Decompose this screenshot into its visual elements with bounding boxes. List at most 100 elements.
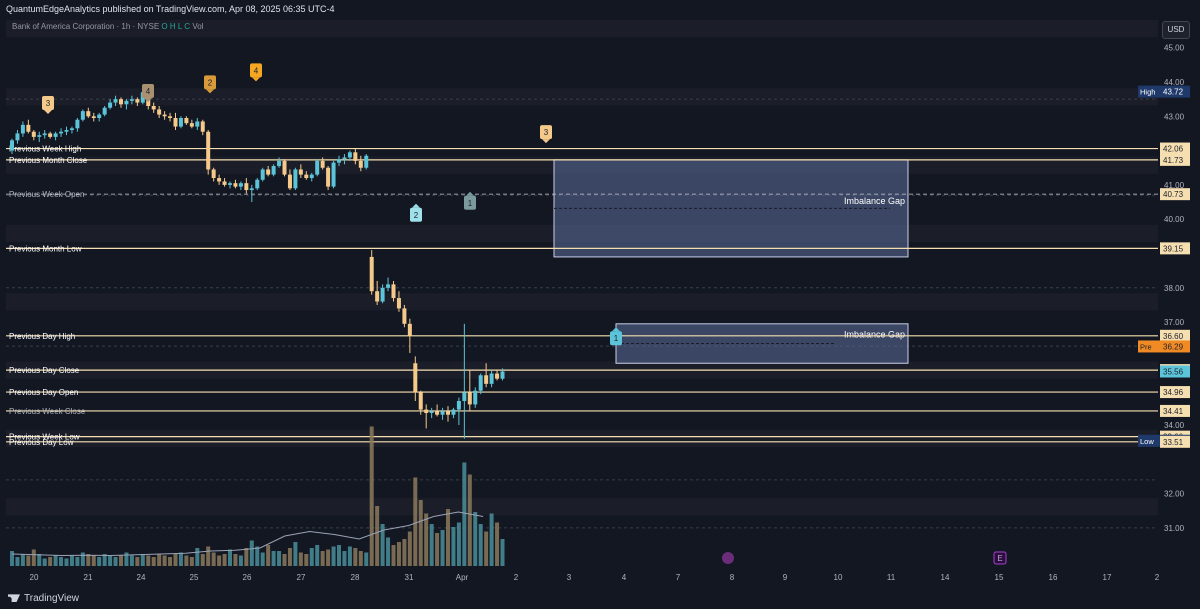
volume-bar [20, 554, 25, 566]
candle-body[interactable] [440, 411, 445, 415]
candle-body[interactable] [326, 167, 331, 187]
candle-body[interactable] [287, 174, 292, 189]
candle-body[interactable] [244, 183, 249, 191]
tradingview-brand: TradingView [24, 593, 80, 604]
candle-body[interactable] [309, 174, 314, 179]
candle-body[interactable] [238, 183, 243, 187]
candle-body[interactable] [222, 181, 227, 185]
candle-body[interactable] [189, 123, 194, 127]
candle-body[interactable] [10, 140, 14, 151]
candle-body[interactable] [26, 124, 31, 132]
candle-body[interactable] [484, 375, 489, 384]
candle-body[interactable] [304, 174, 309, 179]
candle-body[interactable] [462, 392, 467, 401]
candle-body[interactable] [396, 298, 401, 309]
candle-body[interactable] [75, 119, 80, 129]
candle-body[interactable] [108, 102, 113, 108]
candle-body[interactable] [151, 106, 156, 110]
candle-body[interactable] [473, 390, 478, 405]
candle-body[interactable] [467, 392, 472, 405]
price-axis[interactable] [1158, 18, 1200, 568]
candle-body[interactable] [446, 411, 450, 415]
candle-body[interactable] [347, 152, 352, 158]
candle-body[interactable] [233, 183, 238, 187]
volume-bar [435, 533, 440, 566]
event-icon[interactable] [722, 552, 734, 564]
candle-body[interactable] [135, 99, 140, 103]
candle-body[interactable] [413, 363, 418, 393]
candle-body[interactable] [162, 114, 167, 117]
candle-body[interactable] [178, 118, 183, 127]
candle-body[interactable] [20, 124, 25, 134]
candle-body[interactable] [456, 400, 461, 410]
candle-body[interactable] [342, 157, 347, 160]
candle-body[interactable] [407, 323, 412, 336]
candle-body[interactable] [478, 375, 483, 391]
candle-body[interactable] [168, 116, 173, 119]
candle-body[interactable] [293, 169, 298, 189]
candle-body[interactable] [369, 256, 374, 292]
candle-body[interactable] [97, 114, 102, 119]
candle-body[interactable] [418, 392, 423, 410]
candle-body[interactable] [249, 188, 254, 191]
candle-body[interactable] [59, 131, 64, 134]
candle-body[interactable] [266, 169, 271, 175]
candle-body[interactable] [31, 131, 36, 137]
candle-body[interactable] [271, 166, 276, 175]
candle-body[interactable] [15, 133, 20, 141]
candle-body[interactable] [255, 179, 260, 189]
candle-body[interactable] [380, 287, 385, 302]
candle-body[interactable] [69, 128, 74, 131]
candle-body[interactable] [157, 109, 162, 115]
candle-body[interactable] [337, 159, 341, 163]
candle-body[interactable] [429, 411, 434, 413]
candle-body[interactable] [206, 131, 211, 170]
time-axis[interactable] [0, 568, 1200, 590]
candle-body[interactable] [37, 135, 42, 137]
candle-body[interactable] [217, 178, 222, 182]
candle-body[interactable] [277, 160, 282, 167]
candle-body[interactable] [42, 133, 47, 136]
candle-body[interactable] [489, 373, 494, 384]
candle-body[interactable] [386, 284, 391, 288]
tradingview-logo[interactable]: TradingView [8, 593, 79, 604]
symbol-name[interactable]: Bank of America Corporation · 1h · NYSE [12, 22, 159, 31]
candle-body[interactable] [129, 99, 134, 101]
candle-body[interactable] [495, 373, 500, 379]
candle-body[interactable] [364, 155, 369, 168]
candle-body[interactable] [424, 409, 429, 413]
candle-body[interactable] [48, 133, 53, 137]
candle-body[interactable] [402, 308, 407, 324]
candle-body[interactable] [195, 121, 200, 127]
candle-body[interactable] [113, 99, 118, 103]
candle-body[interactable] [200, 121, 205, 132]
candle-body[interactable] [80, 111, 85, 120]
candle-body[interactable] [435, 411, 440, 415]
candle-body[interactable] [358, 160, 363, 168]
candle-body[interactable] [173, 118, 178, 127]
candle-body[interactable] [451, 409, 456, 415]
candle-body[interactable] [315, 160, 320, 175]
candle-body[interactable] [353, 152, 358, 161]
candle-body[interactable] [91, 116, 96, 119]
candle-body[interactable] [500, 371, 505, 379]
candle-body[interactable] [375, 291, 380, 302]
candle-body[interactable] [282, 160, 287, 175]
candle-body[interactable] [391, 284, 396, 299]
price-chart[interactable]: 31.0032.0034.0035.0037.0038.0040.0041.00… [0, 0, 1200, 590]
candle-body[interactable] [260, 169, 265, 180]
candle-body[interactable] [211, 169, 216, 179]
candle-body[interactable] [53, 133, 58, 137]
currency-button[interactable]: USD [1162, 21, 1190, 39]
candle-body[interactable] [119, 99, 123, 105]
candle-body[interactable] [298, 169, 303, 175]
candle-body[interactable] [124, 100, 129, 105]
volume-bar [162, 555, 167, 566]
candle-body[interactable] [86, 111, 91, 117]
candle-body[interactable] [64, 130, 69, 132]
candle-body[interactable] [320, 160, 325, 168]
candle-body[interactable] [331, 162, 336, 187]
candle-body[interactable] [228, 183, 232, 185]
candle-body[interactable] [102, 107, 107, 115]
candle-body[interactable] [184, 118, 189, 124]
